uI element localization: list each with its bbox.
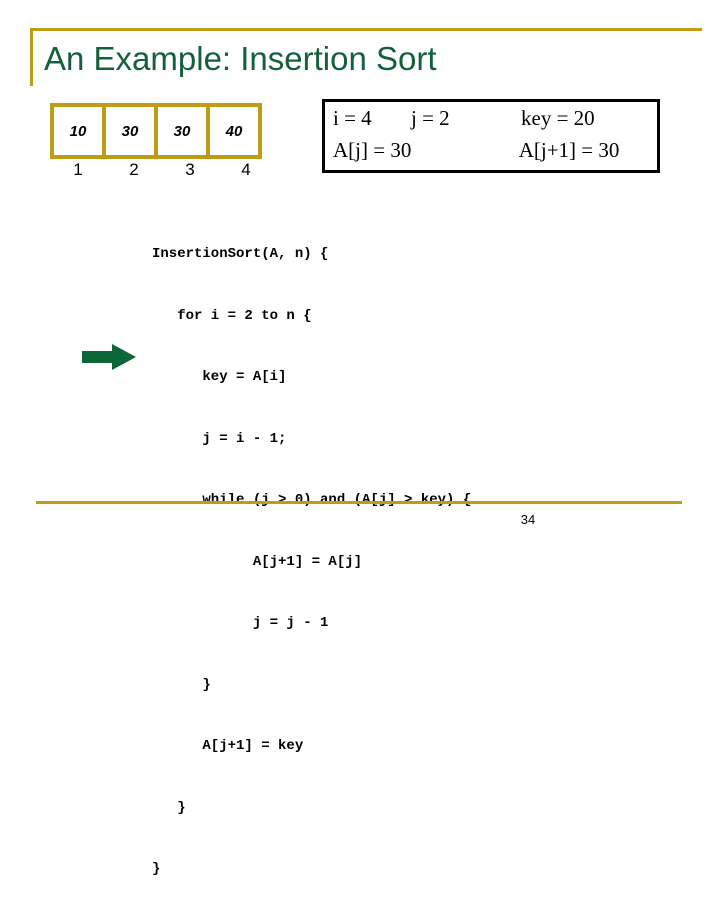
top-gold-rule-vertical xyxy=(30,28,33,86)
table-row: 10 30 30 40 xyxy=(50,103,262,159)
array-index-3: 3 xyxy=(185,160,195,179)
variable-a-j: A[j] = 30 xyxy=(333,138,412,162)
pseudocode-block: InsertionSort(A, n) { for i = 2 to n { k… xyxy=(152,203,471,921)
array-cell-3: 30 xyxy=(154,103,210,159)
page-number: 34 xyxy=(0,512,720,527)
array-cell-2: 30 xyxy=(102,103,158,159)
code-line: } xyxy=(152,676,211,693)
code-line: j = i - 1; xyxy=(152,430,287,447)
bottom-gold-rule xyxy=(36,501,682,504)
code-line: A[j+1] = key xyxy=(152,738,304,754)
code-line: } xyxy=(152,861,161,877)
top-gold-rule-horizontal xyxy=(30,28,702,31)
array-cell-4: 40 xyxy=(206,103,262,159)
code-line: key = A[i] xyxy=(152,369,287,385)
variable-line-1: i = 4 j = 2 key = 20 xyxy=(333,106,657,138)
array-table: 10 30 30 40 xyxy=(50,103,262,159)
array-cell-1: 10 xyxy=(50,103,106,159)
variable-state-box: i = 4 j = 2 key = 20 A[j] = 30 A[j+1] = … xyxy=(322,99,660,173)
variable-line-2: A[j] = 30 A[j+1] = 30 xyxy=(333,138,657,170)
array-index-row: 1 2 3 4 xyxy=(50,160,274,180)
slide-canvas: An Example: Insertion Sort 10 30 30 40 1… xyxy=(0,0,720,877)
page-title: An Example: Insertion Sort xyxy=(44,40,437,77)
variable-j: j = 2 xyxy=(411,106,450,130)
code-line: for i = 2 to n { xyxy=(152,307,312,324)
array-index-2: 2 xyxy=(129,160,139,179)
code-line: InsertionSort(A, n) { xyxy=(152,246,329,262)
variable-key: key = 20 xyxy=(521,106,595,130)
green-right-arrow-icon xyxy=(82,344,136,370)
code-line: j = j - 1 xyxy=(152,615,329,631)
array-index-1: 1 xyxy=(73,160,83,179)
variable-a-j-plus-1: A[j+1] = 30 xyxy=(518,138,620,162)
code-line: } xyxy=(152,799,186,816)
array-index-4: 4 xyxy=(241,160,251,179)
page-number-value: 34 xyxy=(520,512,536,527)
variable-i: i = 4 xyxy=(333,106,372,130)
code-line: A[j+1] = A[j] xyxy=(152,553,363,570)
